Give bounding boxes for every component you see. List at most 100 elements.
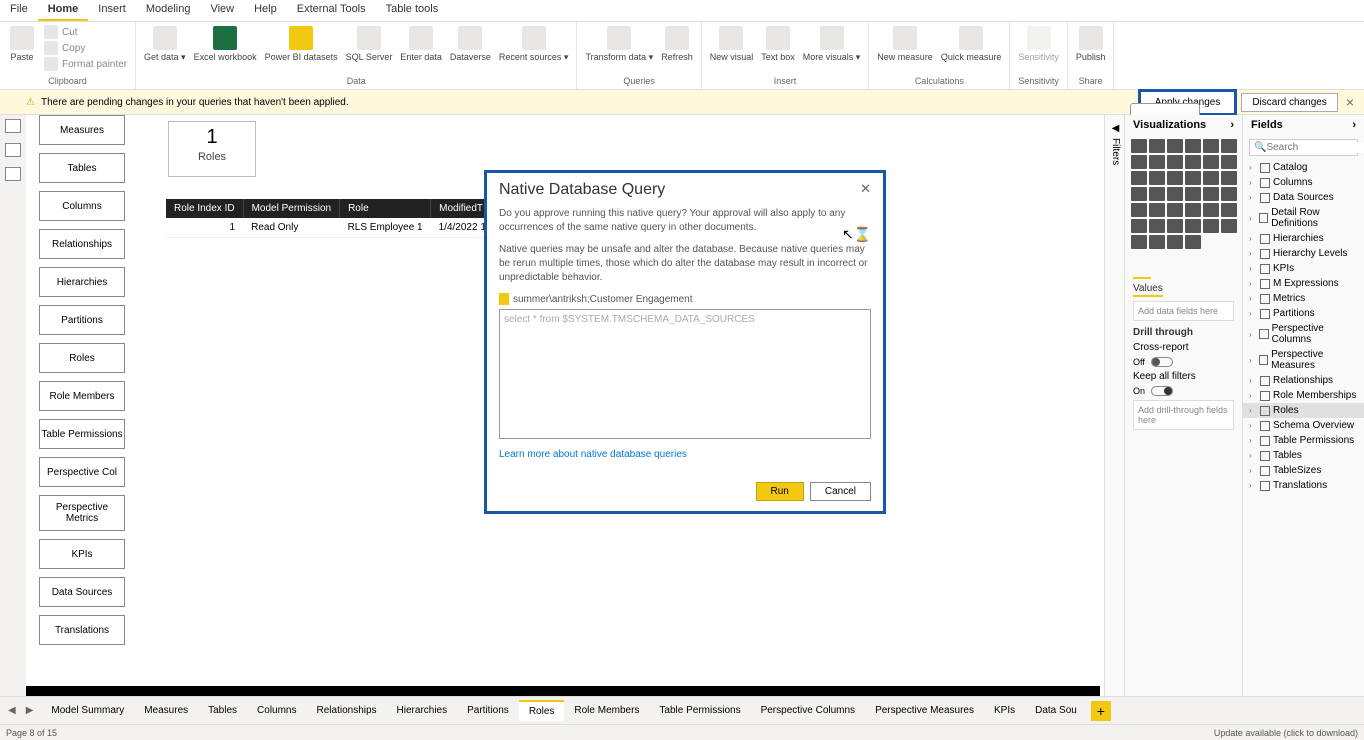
page-tab-relationships[interactable]: Relationships xyxy=(307,700,387,721)
page-tab-perspective-columns[interactable]: Perspective Columns xyxy=(751,700,865,721)
field-table-permissions[interactable]: ›Table Permissions xyxy=(1243,433,1364,448)
field-detail-row-definitions[interactable]: ›Detail Row Definitions xyxy=(1243,205,1364,231)
table-row[interactable]: 1 Read Only RLS Employee 1 1/4/2022 10:2… xyxy=(166,218,513,238)
fields-tab-icon[interactable] xyxy=(1133,261,1151,279)
field-roles[interactable]: ›Roles xyxy=(1243,403,1364,418)
viz-type-3[interactable] xyxy=(1185,139,1201,153)
viz-type-34[interactable] xyxy=(1203,219,1219,233)
cut-button[interactable]: Cut xyxy=(40,24,131,40)
field-m-expressions[interactable]: ›M Expressions xyxy=(1243,276,1364,291)
viz-type-29[interactable] xyxy=(1221,203,1237,217)
tab-modeling[interactable]: Modeling xyxy=(136,0,201,21)
cancel-button[interactable]: Cancel xyxy=(810,482,871,501)
sql-button[interactable]: SQL Server xyxy=(342,24,397,64)
field-role-memberships[interactable]: ›Role Memberships xyxy=(1243,388,1364,403)
viz-type-19[interactable] xyxy=(1149,187,1165,201)
run-button[interactable]: Run xyxy=(756,482,804,501)
new-visual-button[interactable]: New visual xyxy=(706,24,758,64)
viz-type-38[interactable] xyxy=(1167,235,1183,249)
page-tab-kpis[interactable]: KPIs xyxy=(984,700,1025,721)
page-tab-tables[interactable]: Tables xyxy=(198,700,247,721)
viz-type-11[interactable] xyxy=(1221,155,1237,169)
viz-type-25[interactable] xyxy=(1149,203,1165,217)
nav-kpis[interactable]: KPIs xyxy=(39,539,125,569)
get-data-button[interactable]: Get data ▾ xyxy=(140,24,190,65)
query-preview[interactable]: select * from $SYSTEM.TMSCHEMA_DATA_SOUR… xyxy=(499,309,871,439)
viz-type-28[interactable] xyxy=(1203,203,1219,217)
nav-data-sources[interactable]: Data Sources xyxy=(39,577,125,607)
report-view-icon[interactable] xyxy=(5,119,21,133)
drill-well[interactable]: Add drill-through fields here xyxy=(1133,400,1234,430)
tab-insert[interactable]: Insert xyxy=(88,0,136,21)
new-measure-button[interactable]: New measure xyxy=(873,24,937,64)
tab-view[interactable]: View xyxy=(200,0,244,21)
filters-pane-collapsed[interactable]: ◀ Filters xyxy=(1104,115,1126,696)
cross-report-toggle[interactable] xyxy=(1151,357,1173,367)
field-tables[interactable]: ›Tables xyxy=(1243,448,1364,463)
format-painter-button[interactable]: Format painter xyxy=(40,56,131,72)
dataverse-button[interactable]: Dataverse xyxy=(446,24,495,64)
excel-button[interactable]: Excel workbook xyxy=(190,24,261,64)
chevron-right-icon[interactable]: › xyxy=(1230,119,1234,131)
viz-type-27[interactable] xyxy=(1185,203,1201,217)
field-columns[interactable]: ›Columns xyxy=(1243,175,1364,190)
tab-file[interactable]: File xyxy=(0,0,38,21)
nav-columns[interactable]: Columns xyxy=(39,191,125,221)
viz-type-16[interactable] xyxy=(1203,171,1219,185)
nav-roles[interactable]: Roles xyxy=(39,343,125,373)
viz-type-1[interactable] xyxy=(1149,139,1165,153)
field-tablesizes[interactable]: ›TableSizes xyxy=(1243,463,1364,478)
nav-hierarchies[interactable]: Hierarchies xyxy=(39,267,125,297)
quick-measure-button[interactable]: Quick measure xyxy=(937,24,1006,64)
paste-button[interactable]: Paste xyxy=(4,24,40,64)
field-catalog[interactable]: ›Catalog xyxy=(1243,160,1364,175)
discard-changes-button[interactable]: Discard changes xyxy=(1241,93,1337,112)
viz-type-15[interactable] xyxy=(1185,171,1201,185)
nav-relationships[interactable]: Relationships xyxy=(39,229,125,259)
page-tab-columns[interactable]: Columns xyxy=(247,700,306,721)
add-page-button[interactable]: + xyxy=(1091,701,1111,721)
field-hierarchies[interactable]: ›Hierarchies xyxy=(1243,231,1364,246)
page-tab-model-summary[interactable]: Model Summary xyxy=(41,700,134,721)
enter-data-button[interactable]: Enter data xyxy=(396,24,446,64)
tab-table-tools[interactable]: Table tools xyxy=(376,0,449,21)
viz-type-0[interactable] xyxy=(1131,139,1147,153)
recent-sources-button[interactable]: Recent sources ▾ xyxy=(495,24,573,65)
values-well[interactable]: Add data fields here xyxy=(1133,301,1234,321)
fields-search[interactable]: 🔍 xyxy=(1249,139,1358,156)
field-hierarchy-levels[interactable]: ›Hierarchy Levels xyxy=(1243,246,1364,261)
viz-type-26[interactable] xyxy=(1167,203,1183,217)
refresh-button[interactable]: Refresh xyxy=(657,24,697,64)
viz-type-39[interactable] xyxy=(1185,235,1201,249)
page-tab-hierarchies[interactable]: Hierarchies xyxy=(387,700,458,721)
viz-type-32[interactable] xyxy=(1167,219,1183,233)
viz-type-8[interactable] xyxy=(1167,155,1183,169)
field-perspective-columns[interactable]: ›Perspective Columns xyxy=(1243,321,1364,347)
viz-type-31[interactable] xyxy=(1149,219,1165,233)
format-tab-icon[interactable] xyxy=(1157,261,1175,279)
viz-type-24[interactable] xyxy=(1131,203,1147,217)
textbox-button[interactable]: Text box xyxy=(757,24,799,64)
viz-type-2[interactable] xyxy=(1167,139,1183,153)
viz-type-9[interactable] xyxy=(1185,155,1201,169)
col-model-perm[interactable]: Model Permission xyxy=(243,199,339,218)
field-data-sources[interactable]: ›Data Sources xyxy=(1243,190,1364,205)
data-view-icon[interactable] xyxy=(5,143,21,157)
page-tab-partitions[interactable]: Partitions xyxy=(457,700,519,721)
next-page-arrow[interactable]: ▶ xyxy=(22,703,38,718)
update-available[interactable]: Update available (click to download) xyxy=(1214,728,1358,738)
viz-type-17[interactable] xyxy=(1221,171,1237,185)
viz-type-7[interactable] xyxy=(1149,155,1165,169)
close-notification-button[interactable]: × xyxy=(1338,94,1362,110)
nav-role-members[interactable]: Role Members xyxy=(39,381,125,411)
viz-type-5[interactable] xyxy=(1221,139,1237,153)
viz-type-37[interactable] xyxy=(1149,235,1165,249)
sensitivity-button[interactable]: Sensitivity xyxy=(1014,24,1063,64)
learn-more-link[interactable]: Learn more about native database queries xyxy=(499,449,687,460)
viz-type-23[interactable] xyxy=(1221,187,1237,201)
nav-measures[interactable]: Measures xyxy=(39,115,125,145)
tab-home[interactable]: Home xyxy=(38,0,89,21)
tab-help[interactable]: Help xyxy=(244,0,287,21)
roles-card[interactable]: 1 Roles xyxy=(168,121,256,177)
viz-type-12[interactable] xyxy=(1131,171,1147,185)
